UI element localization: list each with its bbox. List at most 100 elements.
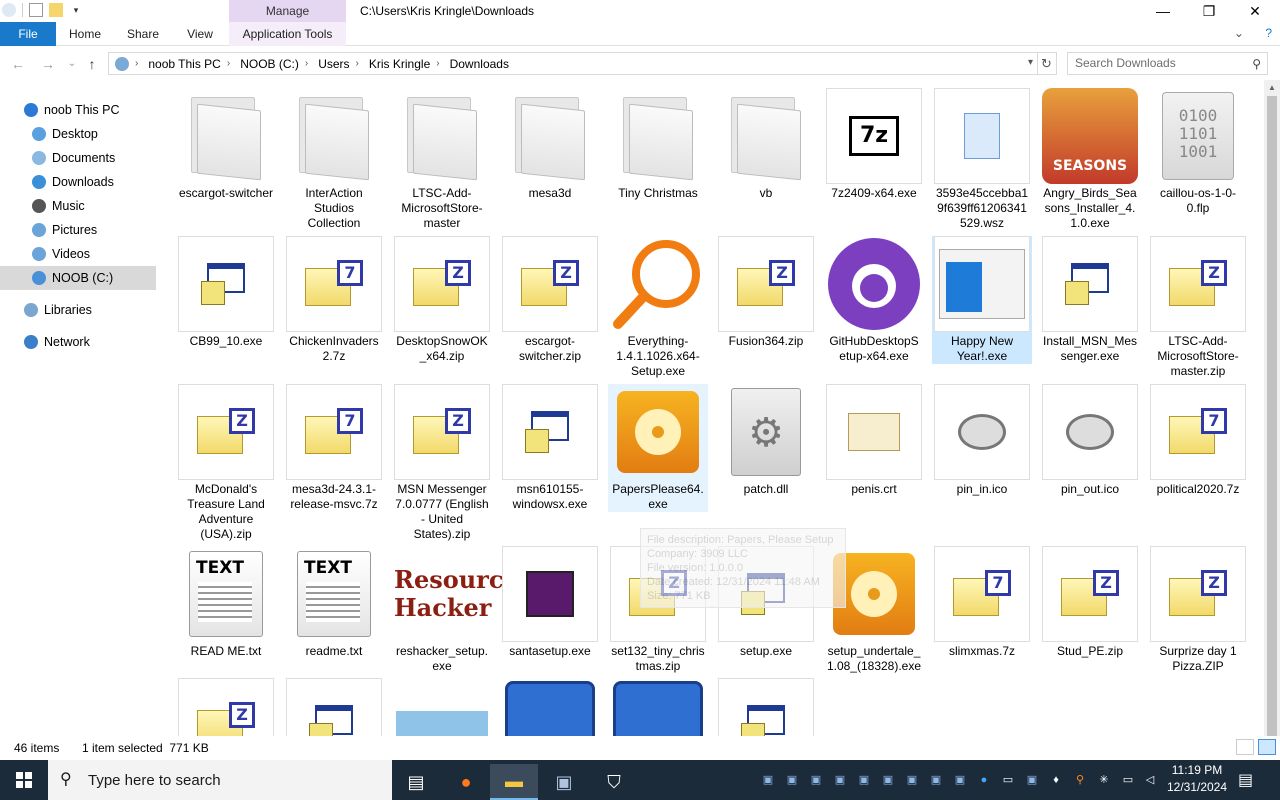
minimize-button[interactable]: —: [1140, 0, 1186, 22]
scrollbar-thumb[interactable]: [1267, 96, 1277, 741]
file-item[interactable]: SEASONS Angry_Birds_Seasons_Installer_4.1…: [1040, 88, 1140, 231]
file-item[interactable]: GitHubDesktopSetup-x64.exe: [824, 236, 924, 364]
nav-item-drive-c[interactable]: NOOB (C:): [0, 266, 156, 290]
tray-app-icon[interactable]: ▭: [1000, 772, 1016, 788]
file-item[interactable]: Tiny Christmas: [608, 88, 708, 201]
details-view-icon[interactable]: [1236, 739, 1254, 755]
file-item[interactable]: vb: [716, 88, 816, 201]
nav-item-videos[interactable]: Videos: [0, 242, 156, 266]
file-item[interactable]: pin_out.ico: [1040, 384, 1140, 497]
close-button[interactable]: ✕: [1232, 0, 1278, 22]
tray-app-icon[interactable]: ▣: [808, 772, 824, 788]
file-item[interactable]: 7 mesa3d-24.3.1-release-msvc.7z: [284, 384, 384, 512]
address-dropdown-icon[interactable]: ▾: [1028, 57, 1033, 68]
tray-app-icon[interactable]: ▣: [880, 772, 896, 788]
tray-app-icon[interactable]: ▣: [1024, 772, 1040, 788]
app-taskbar-icon[interactable]: ▣: [540, 764, 588, 800]
nav-item-downloads[interactable]: Downloads: [0, 170, 156, 194]
file-item[interactable]: 7 political2020.7z: [1148, 384, 1248, 497]
file-item[interactable]: [716, 678, 816, 736]
file-item[interactable]: Z: [176, 678, 276, 736]
file-item[interactable]: Resource Hacker reshacker_setup.exe: [392, 546, 519, 674]
file-item[interactable]: LTSC-Add-MicrosoftStore-master: [392, 88, 492, 231]
nav-item-desktop[interactable]: Desktop: [0, 122, 156, 146]
search-input[interactable]: Search Downloads ⚲: [1067, 52, 1268, 75]
tray-app-icon[interactable]: ▣: [832, 772, 848, 788]
breadcrumb-users[interactable]: Users: [318, 57, 349, 71]
start-button[interactable]: [0, 760, 48, 800]
explorer-app-icon[interactable]: [2, 3, 16, 17]
nav-item-this-pc[interactable]: noob This PC: [0, 98, 156, 122]
file-item[interactable]: Z Stud_PE.zip: [1040, 546, 1140, 659]
file-item[interactable]: pin_in.ico: [932, 384, 1032, 497]
refresh-icon[interactable]: ↻: [1037, 52, 1057, 75]
file-item[interactable]: 3593e45ccebba19f639ff61206341529.wsz: [932, 88, 1032, 231]
taskbar-clock[interactable]: 11:19 PM 12/31/2024: [1160, 762, 1234, 796]
tray-star-icon[interactable]: ✳: [1096, 772, 1112, 788]
tab-home[interactable]: Home: [62, 22, 108, 46]
help-icon[interactable]: ?: [1265, 26, 1272, 40]
file-item[interactable]: Z DesktopSnowOK_x64.zip: [392, 236, 492, 364]
file-item[interactable]: msn610155-windowsx.exe: [500, 384, 600, 512]
scroll-up-icon[interactable]: ▲: [1264, 80, 1280, 96]
tray-app-icon[interactable]: ▣: [928, 772, 944, 788]
file-item[interactable]: [392, 678, 492, 736]
new-folder-icon[interactable]: [49, 3, 63, 17]
file-item[interactable]: ⚙ patch.dll: [716, 384, 816, 497]
tray-app-icon[interactable]: ●: [976, 772, 992, 788]
manage-context-tab[interactable]: Manage: [229, 0, 346, 22]
action-center-icon[interactable]: ▤: [1238, 770, 1253, 790]
volume-icon[interactable]: ◁: [1142, 772, 1158, 788]
nav-item-libraries[interactable]: Libraries: [0, 298, 156, 322]
file-item[interactable]: [608, 678, 708, 736]
file-item[interactable]: CB99_10.exe: [176, 236, 276, 349]
forward-arrow-icon[interactable]: →: [38, 54, 58, 74]
security-shield-icon[interactable]: ⛉: [590, 764, 638, 800]
tab-view[interactable]: View: [178, 22, 222, 46]
file-item[interactable]: Z Surprize day 1 Pizza.ZIP: [1148, 546, 1248, 674]
file-item[interactable]: Z LTSC-Add-MicrosoftStore-master.zip: [1148, 236, 1248, 379]
firefox-icon[interactable]: ●: [442, 764, 490, 800]
file-item[interactable]: Zescargot-switcher.zip: [500, 236, 600, 364]
back-arrow-icon[interactable]: ←: [8, 54, 28, 74]
file-item[interactable]: [500, 678, 600, 736]
file-item[interactable]: Install_MSN_Messenger.exe: [1040, 236, 1140, 364]
tab-share[interactable]: Share: [120, 22, 166, 46]
file-item[interactable]: PapersPlease64.exe: [608, 384, 708, 512]
file-item[interactable]: 0100 1101 1001 caillou-os-1-0-0.flp: [1148, 88, 1248, 216]
breadcrumb-drive[interactable]: NOOB (C:): [240, 57, 299, 71]
file-item[interactable]: InterAction Studios Collection: [284, 88, 384, 231]
breadcrumb-user[interactable]: Kris Kringle: [369, 57, 430, 71]
maximize-button[interactable]: ❐: [1186, 0, 1232, 22]
file-item[interactable]: 7z 7z2409-x64.exe: [824, 88, 924, 201]
address-bar[interactable]: › noob This PC › NOOB (C:) › Users › Kri…: [108, 52, 1038, 75]
tray-app-icon[interactable]: ▣: [760, 772, 776, 788]
expand-ribbon-icon[interactable]: ⌄: [1234, 26, 1244, 40]
file-item[interactable]: [284, 678, 384, 736]
file-item[interactable]: 7 ChickenInvaders2.7z: [284, 236, 384, 364]
task-view-icon[interactable]: ▤: [392, 764, 440, 800]
nav-item-documents[interactable]: Documents: [0, 146, 156, 170]
file-item[interactable]: Z MSN Messenger 7.0.0777 (English - Unite…: [392, 384, 492, 542]
vertical-scrollbar[interactable]: ▲: [1264, 80, 1280, 741]
file-item[interactable]: mesa3d: [500, 88, 600, 201]
breadcrumb-downloads[interactable]: Downloads: [450, 57, 509, 71]
tray-app-icon[interactable]: ▣: [784, 772, 800, 788]
nav-item-pictures[interactable]: Pictures: [0, 218, 156, 242]
tray-app-icon[interactable]: ▣: [904, 772, 920, 788]
file-item[interactable]: escargot-switcher: [176, 88, 276, 201]
tray-app-icon[interactable]: ▣: [952, 772, 968, 788]
tray-app-icon[interactable]: ▣: [856, 772, 872, 788]
file-item[interactable]: Z Fusion364.zip: [716, 236, 816, 349]
file-item[interactable]: 7 slimxmas.7z: [932, 546, 1032, 659]
nav-item-music[interactable]: Music: [0, 194, 156, 218]
large-icons-view-icon[interactable]: [1258, 739, 1276, 755]
file-item[interactable]: penis.crt: [824, 384, 924, 497]
file-item[interactable]: Everything-1.4.1.1026.x64-Setup.exe: [608, 236, 708, 379]
file-explorer-taskbar-icon[interactable]: ▬: [490, 764, 538, 800]
tray-drop-icon[interactable]: ♦: [1048, 772, 1064, 788]
taskbar-search-input[interactable]: ⚲ Type here to search: [48, 760, 392, 800]
tray-search-icon[interactable]: ⚲: [1072, 772, 1088, 788]
file-item[interactable]: TEXT readme.txt: [284, 546, 384, 659]
recent-locations-icon[interactable]: ⌄: [62, 54, 82, 74]
